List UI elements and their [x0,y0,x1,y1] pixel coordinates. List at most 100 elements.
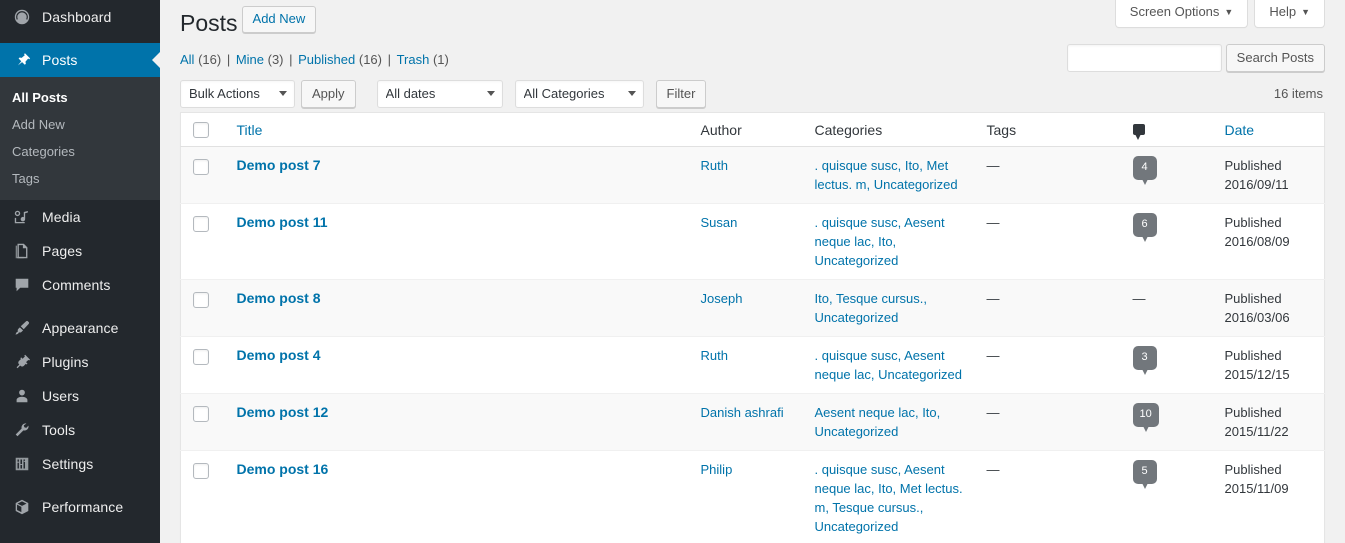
sidebar-item-dashboard[interactable]: Dashboard [0,0,160,34]
sidebar-item-label: Media [42,209,81,225]
posts-table-body: Demo post 7 Ruth . quisque susc, Ito, Me… [180,146,1325,543]
post-categories-links[interactable]: . quisque susc, Aesent neque lac, Uncate… [815,348,962,382]
post-author-link[interactable]: Danish ashrafi [701,405,784,420]
post-status: Published [1224,405,1282,421]
screen-options-button[interactable]: Screen Options ▼ [1114,0,1249,28]
row-categories-cell: . quisque susc, Aesent neque lac, Ito, M… [804,450,977,543]
row-checkbox[interactable] [193,405,209,422]
column-header-date-link[interactable]: Date [1225,122,1255,138]
row-tags-cell: — [976,336,1119,394]
search-input[interactable] [1066,44,1222,72]
row-tags-cell: — [976,203,1119,280]
row-checkbox[interactable] [193,348,209,365]
row-comments-cell: 5 [1118,450,1215,543]
wrench-icon [12,420,32,440]
post-title-link[interactable]: Demo post 7 [237,157,321,173]
comment-count-badge[interactable]: 3 [1132,346,1157,376]
post-author-link[interactable]: Joseph [701,291,743,306]
page-title: Posts [180,10,238,36]
post-date: 2016/08/09 [1224,234,1290,250]
add-new-button[interactable]: Add New [241,5,317,33]
post-date: 2016/09/11 [1224,177,1289,193]
post-categories-links[interactable]: Ito, Tesque cursus., Uncategorized [815,291,928,325]
post-title-link[interactable]: Demo post 4 [237,347,321,363]
column-header-title[interactable]: Title [226,112,691,148]
screen-options-label: Screen Options [1129,4,1220,19]
comment-count-badge[interactable]: 10 [1132,403,1159,433]
row-checkbox-cell [180,336,227,394]
comment-count-badge[interactable]: 4 [1132,156,1157,186]
sidebar-item-add-new[interactable]: Add New [0,111,160,138]
sidebar-item-comments[interactable]: Comments [0,268,160,302]
sidebar-item-settings[interactable]: Settings [0,447,160,481]
bulk-actions-select[interactable]: Bulk Actions [180,80,295,108]
table-nav-top: Bulk Actions Apply All dates All Categor [180,80,1325,110]
column-header-title-link[interactable]: Title [237,122,263,138]
divider: | [383,52,395,67]
search-posts-button[interactable]: Search Posts [1225,44,1325,72]
category-filter-select[interactable]: All Categories [514,80,644,108]
row-author-cell: Danish ashrafi [690,393,805,451]
row-checkbox[interactable] [193,215,209,232]
sidebar-item-media[interactable]: Media [0,200,160,234]
column-header-tags: Tags [976,112,1119,148]
admin-sidebar: Dashboard Posts All Posts Add New Catego… [0,0,160,543]
sidebar-item-plugins[interactable]: Plugins [0,345,160,379]
help-button[interactable]: Help ▼ [1254,0,1325,28]
row-checkbox[interactable] [193,462,209,479]
column-header-date[interactable]: Date [1214,112,1325,148]
user-icon [12,386,32,406]
post-author-link[interactable]: Philip [701,462,733,477]
status-link-mine-anchor[interactable]: Mine [236,52,264,67]
paintbrush-icon [12,318,32,338]
sidebar-item-categories[interactable]: Categories [0,138,160,165]
sidebar-item-users[interactable]: Users [0,379,160,413]
comment-count-badge[interactable]: 6 [1132,213,1157,243]
status-link-trash-anchor[interactable]: Trash [397,52,430,67]
row-categories-cell: Aesent neque lac, Ito, Uncategorized [804,393,977,451]
post-author-link[interactable]: Ruth [701,348,728,363]
sidebar-item-label: Pages [42,243,83,259]
row-checkbox[interactable] [193,291,209,308]
sidebar-item-pages[interactable]: Pages [0,234,160,268]
comment-count-badge[interactable]: 5 [1132,460,1157,490]
apply-button[interactable]: Apply [301,80,356,108]
row-date-cell: Published 2016/08/09 [1214,203,1325,280]
sidebar-item-all-posts[interactable]: All Posts [0,84,160,111]
sidebar-item-posts[interactable]: Posts [0,43,160,77]
row-checkbox[interactable] [193,158,209,175]
post-author-link[interactable]: Ruth [701,158,728,173]
sidebar-item-label: Plugins [42,354,89,370]
sidebar-item-label: Performance [42,499,124,515]
post-title-link[interactable]: Demo post 8 [237,290,321,306]
sidebar-item-tools[interactable]: Tools [0,413,160,447]
filter-button[interactable]: Filter [655,80,707,108]
post-categories-links[interactable]: Aesent neque lac, Ito, Uncategorized [815,405,941,439]
status-link-trash: Trash (1) [397,52,449,67]
sidebar-item-tags[interactable]: Tags [0,165,160,192]
sidebar-item-performance[interactable]: Performance [0,490,160,524]
select-all-checkbox[interactable] [193,122,209,139]
dashboard-icon [12,7,32,27]
row-comments-cell: 6 [1118,203,1215,280]
date-filter-select[interactable]: All dates [376,80,503,108]
post-status: Published [1224,462,1282,478]
post-date: 2016/03/06 [1224,310,1290,326]
post-categories-links[interactable]: . quisque susc, Aesent neque lac, Ito, U… [815,215,945,268]
post-categories-links[interactable]: . quisque susc, Ito, Met lectus. m, Unca… [815,158,958,192]
help-label: Help [1269,4,1297,19]
post-title-link[interactable]: Demo post 11 [237,214,328,230]
table-row: Demo post 11 Susan . quisque susc, Aesen… [180,203,1325,280]
post-categories-links[interactable]: . quisque susc, Aesent neque lac, Ito, M… [815,462,963,534]
sidebar-item-appearance[interactable]: Appearance [0,311,160,345]
post-title-link[interactable]: Demo post 12 [237,404,329,420]
column-header-checkbox [180,112,227,148]
status-link-published-anchor[interactable]: Published [298,52,355,67]
status-link-all-anchor[interactable]: All [180,52,194,67]
post-author-link[interactable]: Susan [701,215,738,230]
status-link-all: All (16) | [180,52,236,67]
status-count-all: (16) [198,52,222,67]
row-tags-cell: — [976,450,1119,543]
posts-table-head: Title Author Categories Tags Date [180,112,1325,148]
post-title-link[interactable]: Demo post 16 [237,461,329,477]
